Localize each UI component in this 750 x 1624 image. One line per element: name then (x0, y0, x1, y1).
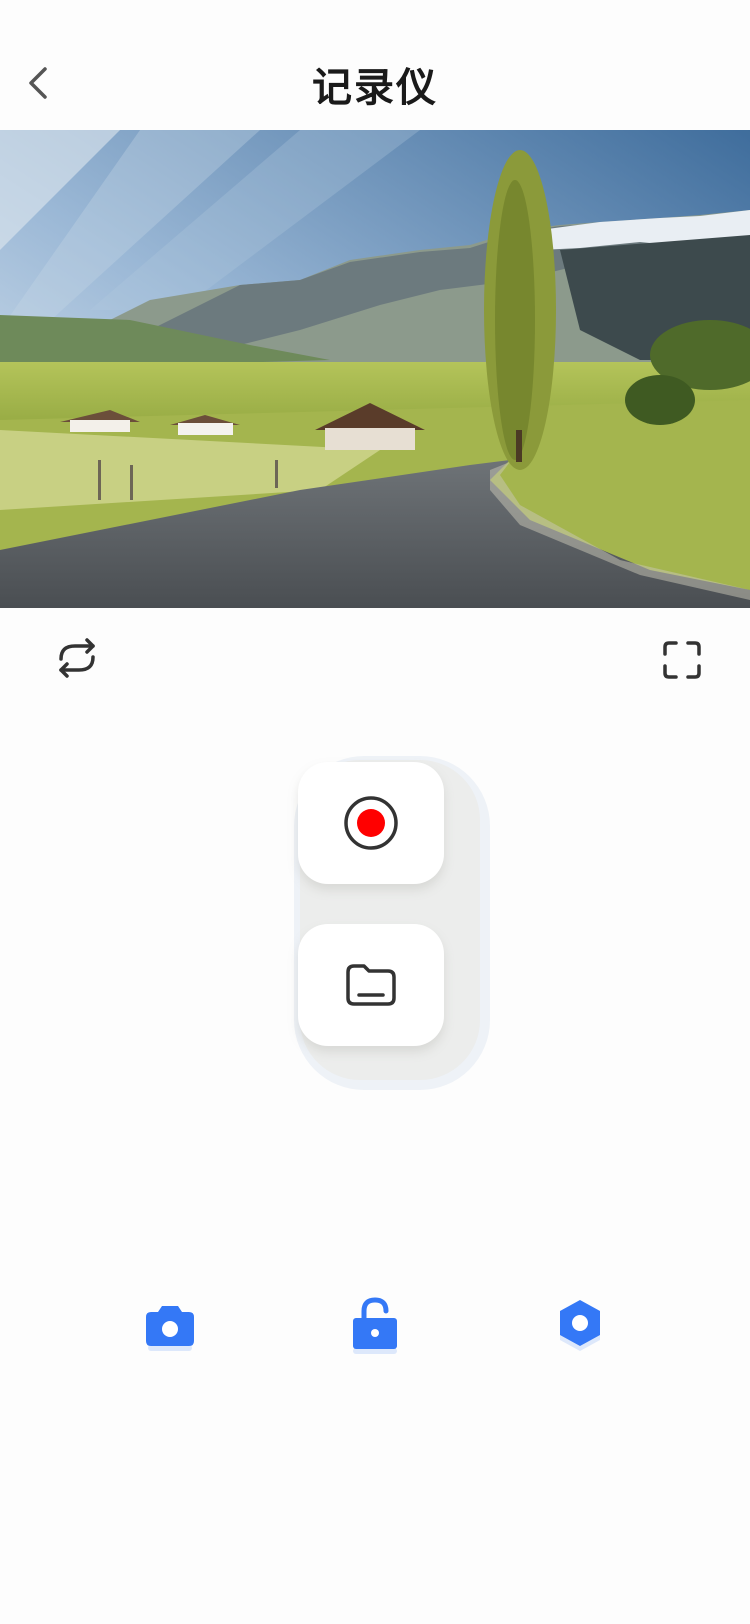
fullscreen-button[interactable] (652, 630, 712, 690)
record-icon (344, 796, 398, 850)
fullscreen-icon (663, 641, 701, 679)
loop-icon (59, 638, 95, 678)
settings-button[interactable] (545, 1292, 615, 1362)
record-button[interactable] (298, 762, 444, 884)
loop-button[interactable] (47, 628, 107, 688)
files-button[interactable] (298, 924, 444, 1046)
landscape-preview-image (0, 130, 750, 608)
camera-icon (146, 1306, 194, 1351)
page-title: 记录仪 (312, 65, 438, 111)
snapshot-button[interactable] (135, 1292, 205, 1362)
lock-button[interactable] (340, 1292, 410, 1362)
folder-icon (346, 964, 396, 1006)
app-header: 记录仪 (0, 0, 750, 130)
hexagon-settings-icon (560, 1300, 600, 1351)
video-preview[interactable] (0, 130, 750, 608)
unlock-icon (353, 1297, 397, 1354)
